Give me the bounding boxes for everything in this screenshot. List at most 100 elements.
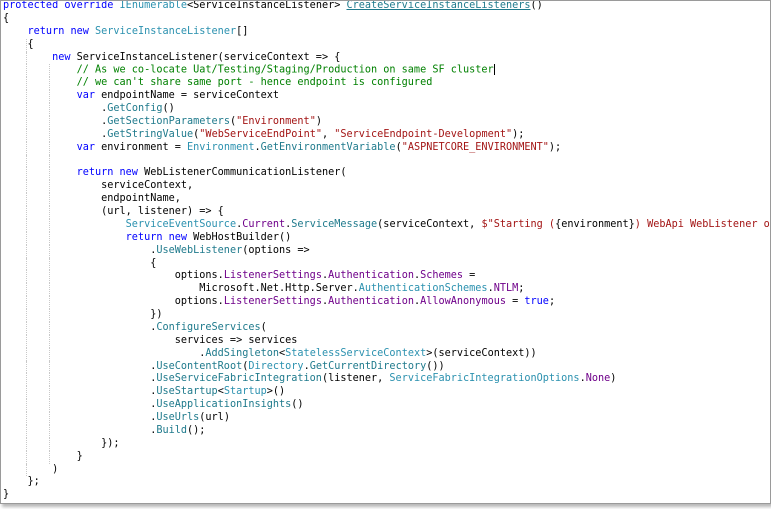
indent-guide <box>26 437 27 451</box>
indent-guide <box>49 373 50 387</box>
code-token: ) WebApi WebListener on <box>634 218 771 230</box>
code-token: }; <box>3 476 40 488</box>
code-token: Build <box>156 424 188 436</box>
code-line: services => services <box>3 334 768 348</box>
code-token: Current <box>242 218 286 230</box>
code-token: AddSingleton <box>205 347 280 359</box>
code-token: Authentication <box>328 270 414 282</box>
indent-guide <box>49 334 50 348</box>
code-token: <ServiceInstanceListener> <box>187 0 347 11</box>
indent-guide <box>49 103 50 116</box>
code-token: Environment <box>187 141 255 153</box>
code-line: }); <box>3 437 768 451</box>
code-line <box>3 154 768 168</box>
code-token: UseUrls <box>156 412 200 423</box>
indent-guide <box>49 450 50 464</box>
code-line: new ServiceInstanceListener(serviceConte… <box>3 51 768 65</box>
code-token: >(serviceContext)) <box>426 347 537 359</box>
code-token: var <box>3 90 102 102</box>
code-editor-text-area[interactable]: protected override IEnumerable<ServiceIn… <box>3 0 771 502</box>
code-line: } <box>3 450 768 464</box>
code-token: StatelessServiceContext <box>285 347 427 359</box>
code-line: .GetConfig() <box>3 103 768 116</box>
code-line: .UseWebListener(options => <box>3 244 768 258</box>
code-token: "Environment" <box>236 115 316 127</box>
code-token: ) <box>610 373 617 385</box>
code-token: Directory <box>248 360 304 372</box>
code-token: None <box>585 373 611 385</box>
indent-guide <box>26 206 27 219</box>
indent-guide <box>26 77 27 91</box>
code-line: // As we co-locate Uat/Testing/Staging/P… <box>3 64 768 78</box>
code-token: ; <box>518 283 525 295</box>
code-token: ); <box>548 141 562 153</box>
text-caret <box>493 64 495 76</box>
indent-guide <box>49 115 50 129</box>
code-token: } <box>3 450 83 462</box>
code-token: ) <box>315 115 322 127</box>
indent-guide <box>49 360 50 374</box>
code-line: (url, listener) => { <box>3 206 768 219</box>
indent-guide <box>26 296 27 309</box>
code-token: options. <box>3 296 224 308</box>
code-token: ( <box>260 321 267 333</box>
code-token: ; <box>548 296 556 308</box>
code-token: . <box>3 103 108 114</box>
code-token: WebListenerCommunicationListener( <box>144 167 347 179</box>
indent-guide <box>49 206 50 219</box>
code-token: Schemes <box>420 270 464 282</box>
code-line: ) <box>3 463 768 477</box>
code-token: IEnumerable <box>119 0 188 11</box>
code-token: GetCurrentDirectory <box>309 360 427 372</box>
code-token: ()) <box>426 360 445 372</box>
code-token: ListenerSettings <box>223 296 322 308</box>
code-token: return new <box>3 231 194 243</box>
code-token: UseServiceFabricIntegration <box>156 373 322 385</box>
code-token: }); <box>3 437 120 449</box>
code-token: { <box>3 12 10 24</box>
code-token: UseContentRoot <box>156 360 243 372</box>
indent-guide <box>49 257 50 271</box>
code-line: .UseApplicationInsights() <box>3 399 768 412</box>
code-token: (options => <box>242 244 310 256</box>
code-token: () <box>530 0 543 11</box>
code-token: UseWebListener <box>156 244 243 256</box>
indent-guide <box>49 141 50 155</box>
code-token: true <box>524 296 549 308</box>
code-token: {environment} <box>555 218 635 230</box>
code-token: [] <box>236 25 249 37</box>
code-token: new <box>3 51 77 63</box>
code-line: { <box>3 13 768 26</box>
code-token: options. <box>3 270 224 282</box>
code-token: NTLM <box>493 283 519 295</box>
code-token: GetEnvironmentVariable <box>260 141 396 153</box>
indent-guide <box>26 231 27 245</box>
code-token: AllowAnonymous <box>420 296 506 308</box>
indent-guide <box>26 270 27 284</box>
code-token: WebHostBuilder() <box>193 231 292 243</box>
code-line: return new WebHostBuilder() <box>3 231 768 245</box>
code-line: var environment = Environment.GetEnviron… <box>3 141 768 155</box>
indent-guide <box>26 334 27 348</box>
indent-guide <box>26 167 27 181</box>
indent-guide <box>49 154 50 168</box>
code-token: UseStartup <box>156 386 218 398</box>
code-token[interactable]: CreateServiceInstanceListeners <box>346 1 530 11</box>
indent-guide <box>49 321 50 335</box>
indent-guide <box>49 296 50 309</box>
code-line: .Build(); <box>3 424 768 438</box>
code-line: .GetSectionParameters("Environment") <box>3 115 768 129</box>
indent-guide <box>26 103 27 116</box>
indent-guide <box>49 77 50 91</box>
code-line: Microsoft.Net.Http.Server.Authentication… <box>3 283 768 297</box>
code-line: .ConfigureServices( <box>3 321 768 335</box>
code-line: // we can't share same port - hence endp… <box>3 77 768 91</box>
indent-guide <box>26 51 27 65</box>
indent-guide <box>49 244 50 258</box>
code-token: services => services <box>3 334 298 346</box>
indent-guide <box>26 309 27 322</box>
indent-guide <box>49 64 50 78</box>
indent-guide <box>26 90 27 103</box>
code-line: var endpointName = serviceContext <box>3 90 768 103</box>
